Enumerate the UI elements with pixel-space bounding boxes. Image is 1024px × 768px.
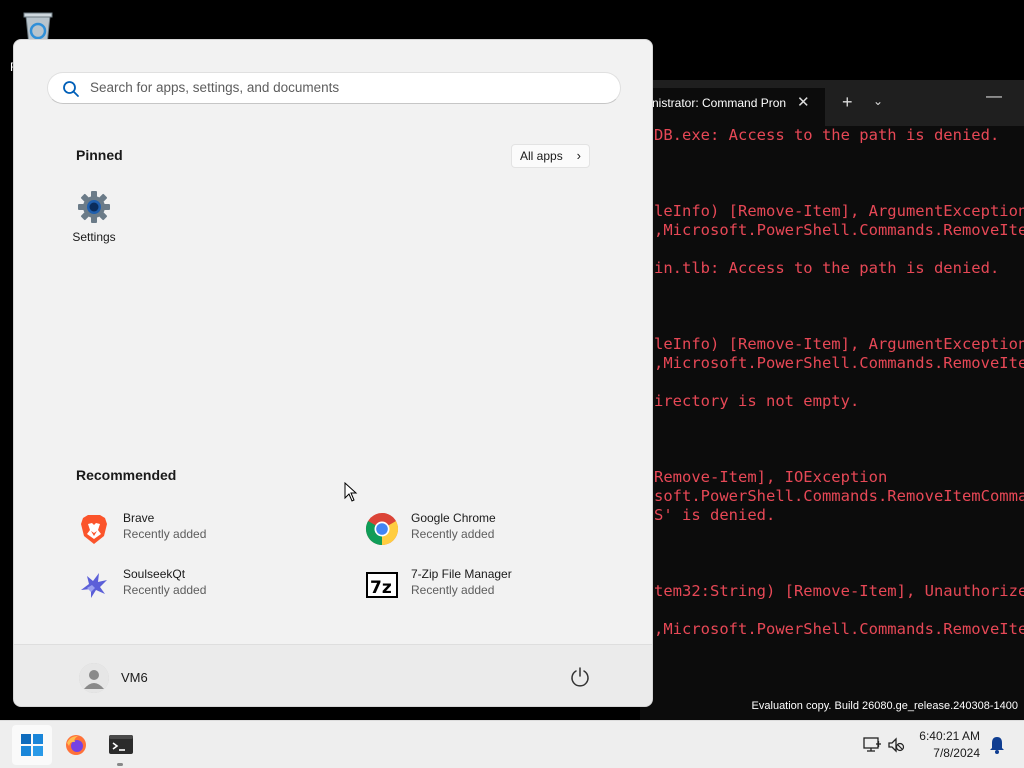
terminal-line: Remove-Item], IOException xyxy=(654,468,888,486)
terminal-line: ,Microsoft.PowerShell.Commands.RemoveIte… xyxy=(654,620,1024,638)
recommended-item-chrome[interactable]: Google Chrome Recently added xyxy=(365,506,615,552)
start-menu-footer: VM6 xyxy=(14,644,652,706)
recommended-item-brave[interactable]: Brave Recently added xyxy=(77,506,327,552)
taskbar-terminal[interactable] xyxy=(100,725,140,766)
power-icon[interactable] xyxy=(569,666,591,688)
mouse-cursor-icon xyxy=(344,482,358,502)
recommended-name: 7-Zip File Manager xyxy=(411,567,512,581)
evaluation-watermark: Evaluation copy. Build 26080.ge_release.… xyxy=(751,700,1018,712)
user-avatar[interactable] xyxy=(79,663,109,693)
close-tab-icon[interactable]: ✕ xyxy=(797,93,810,111)
network-icon[interactable] xyxy=(862,735,882,755)
new-tab-icon[interactable]: + xyxy=(842,92,853,113)
running-indicator xyxy=(117,763,123,766)
taskbar: 6:40:21 AM 7/8/2024 xyxy=(0,720,1024,768)
7zip-icon: 7z xyxy=(366,572,398,598)
user-icon xyxy=(79,663,109,693)
search-input[interactable]: Search for apps, settings, and documents xyxy=(47,72,621,104)
all-apps-label: All apps xyxy=(520,149,563,163)
terminal-line: leInfo) [Remove-Item], ArgumentException xyxy=(654,202,1024,220)
recommended-subtitle: Recently added xyxy=(411,583,495,597)
search-placeholder: Search for apps, settings, and documents xyxy=(90,80,340,95)
user-name[interactable]: VM6 xyxy=(121,670,148,685)
terminal-line: DB.exe: Access to the path is denied. xyxy=(654,126,1000,144)
svg-text:7z: 7z xyxy=(370,578,392,598)
settings-gear-icon xyxy=(78,191,110,223)
terminal-titlebar[interactable]: nistrator: Command Pron ✕ + ⌄ — xyxy=(640,80,1024,126)
clock-date[interactable]: 7/8/2024 xyxy=(900,746,980,760)
chevron-down-icon[interactable]: ⌄ xyxy=(873,94,883,108)
pinned-title: Pinned xyxy=(76,147,123,163)
terminal-output[interactable]: DB.exe: Access to the path is denied. leI… xyxy=(654,126,1024,720)
terminal-line: irectory is not empty. xyxy=(654,392,860,410)
recommended-item-soulseek[interactable]: SoulseekQt Recently added xyxy=(77,562,327,608)
terminal-line: ,Microsoft.PowerShell.Commands.RemoveIte… xyxy=(654,221,1024,239)
brave-icon xyxy=(81,515,107,544)
taskbar-firefox[interactable] xyxy=(56,725,96,765)
start-menu: Search for apps, settings, and documents… xyxy=(13,39,653,707)
windows-logo-icon xyxy=(21,734,43,756)
recommended-subtitle: Recently added xyxy=(411,527,495,541)
terminal-icon xyxy=(109,735,133,754)
recommended-name: SoulseekQt xyxy=(123,567,186,581)
all-apps-button[interactable]: All apps › xyxy=(511,144,590,168)
terminal-tab-title: nistrator: Command Pron xyxy=(652,96,787,110)
chevron-right-icon: › xyxy=(576,148,581,163)
minimize-icon[interactable]: — xyxy=(986,88,1002,106)
search-icon xyxy=(63,81,79,97)
recommended-subtitle: Recently added xyxy=(123,583,207,597)
terminal-line: S' is denied. xyxy=(654,506,776,524)
terminal-line: leInfo) [Remove-Item], ArgumentException xyxy=(654,335,1024,353)
terminal-line: ,Microsoft.PowerShell.Commands.RemoveIte… xyxy=(654,354,1024,372)
start-button[interactable] xyxy=(12,725,52,765)
terminal-line: tem32:String) [Remove-Item], Unauthorize… xyxy=(654,582,1024,600)
recommended-subtitle: Recently added xyxy=(123,527,207,541)
terminal-line: soft.PowerShell.Commands.RemoveItemComma… xyxy=(654,487,1024,505)
recommended-item-7zip[interactable]: 7z 7-Zip File Manager Recently added xyxy=(365,562,615,608)
terminal-window[interactable]: nistrator: Command Pron ✕ + ⌄ — DB.exe: … xyxy=(640,80,1024,720)
clock-time[interactable]: 6:40:21 AM xyxy=(900,729,980,743)
pinned-app-settings[interactable]: Settings xyxy=(64,190,124,250)
pinned-app-label: Settings xyxy=(72,230,116,244)
recommended-name: Brave xyxy=(123,511,155,525)
chrome-icon xyxy=(365,512,399,546)
recommended-name: Google Chrome xyxy=(411,511,496,525)
recommended-title: Recommended xyxy=(76,467,177,483)
terminal-line: in.tlb: Access to the path is denied. xyxy=(654,259,1000,277)
notification-bell-icon[interactable] xyxy=(987,735,1007,755)
soulseek-icon xyxy=(81,573,107,598)
firefox-icon xyxy=(66,735,86,755)
